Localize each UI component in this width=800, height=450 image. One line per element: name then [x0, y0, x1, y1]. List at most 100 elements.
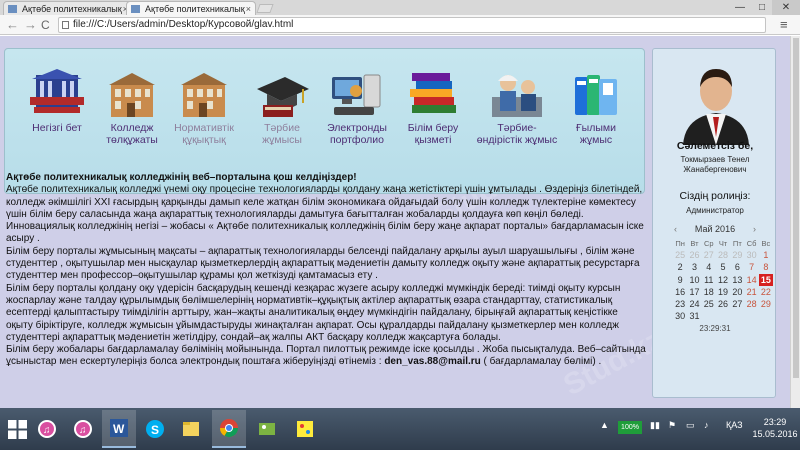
article-title: Ақтөбе политехникалық колледжінің веб–по…	[6, 172, 357, 183]
calendar-month: Май 2016	[694, 224, 736, 234]
tab-title: Ақтөбе политехникалық	[22, 4, 122, 14]
svg-text:S: S	[151, 423, 159, 437]
calendar-day[interactable]: 3	[687, 261, 701, 273]
calendar-day[interactable]: 6	[730, 261, 744, 273]
calendar-header: ‹ Май 2016 ›	[653, 224, 777, 236]
college-logo-icon	[30, 69, 84, 113]
nav-item-label: Тәрбие-өндірістік жұмыс	[476, 122, 558, 146]
calendar-day[interactable]: 26	[716, 298, 730, 310]
calendar-day[interactable]: 25	[702, 298, 716, 310]
display-icon[interactable]: ▭	[686, 420, 695, 431]
scrollbar-thumb[interactable]	[793, 38, 799, 378]
building-icon	[109, 73, 155, 117]
calendar-day[interactable]: 27	[730, 298, 744, 310]
calendar-day[interactable]: 29	[759, 298, 773, 310]
taskbar-itunes-icon[interactable]: ♫	[66, 410, 100, 448]
calendar-day[interactable]: 9	[673, 274, 687, 286]
calendar-day[interactable]: 4	[702, 261, 716, 273]
tray-arrow-icon[interactable]: ▲	[600, 420, 609, 430]
building-icon	[181, 73, 227, 117]
language-indicator[interactable]: ҚАЗ	[726, 420, 743, 430]
calendar-day[interactable]: 29	[730, 249, 744, 261]
calendar-day[interactable]: 28	[744, 298, 758, 310]
back-arrow-icon[interactable]: ←	[6, 18, 19, 32]
calendar-day[interactable]: 8	[759, 261, 773, 273]
calendar-day[interactable]: 13	[730, 274, 744, 286]
taskbar-chrome-icon[interactable]	[212, 410, 246, 448]
taskbar-word-icon[interactable]: W	[102, 410, 136, 448]
contact-email-link[interactable]: den_vas.88@mail.ru	[384, 356, 480, 367]
calendar-day[interactable]: 10	[687, 274, 701, 286]
reload-icon[interactable]: C	[41, 18, 50, 32]
close-window-button[interactable]: ✕	[772, 0, 800, 15]
address-bar[interactable]: file:///C:/Users/admin/Desktop/Курсовой/…	[58, 17, 766, 33]
calendar-day[interactable]: 24	[687, 298, 701, 310]
battery-indicator[interactable]: 100%	[618, 421, 642, 434]
browser-titlebar: Ақтөбе политехникалық × Ақтөбе политехни…	[0, 0, 800, 15]
taskbar-files-icon[interactable]	[174, 410, 208, 448]
calendar-day[interactable]: 7	[744, 261, 758, 273]
calendar-day[interactable]: 26	[687, 249, 701, 261]
calendar-day[interactable]: 28	[716, 249, 730, 261]
taskbar-clock[interactable]: 23:29 15.05.2016	[750, 416, 800, 440]
browser-tab-active[interactable]: Ақтөбе политехникалық ×	[126, 1, 256, 15]
calendar-day[interactable]: 27	[702, 249, 716, 261]
calendar-day[interactable]: 19	[716, 286, 730, 298]
maximize-button[interactable]: □	[752, 0, 772, 15]
minimize-button[interactable]: —	[730, 0, 750, 15]
svg-text:W: W	[113, 422, 125, 436]
calendar-day[interactable]: 31	[687, 310, 701, 322]
calendar-day[interactable]: 22	[759, 286, 773, 298]
calendar-next-icon[interactable]: ›	[753, 224, 756, 234]
calendar-day[interactable]: 21	[744, 286, 758, 298]
calendar-day[interactable]: 30	[744, 249, 758, 261]
role-value: Администратор	[686, 206, 744, 215]
taskbar-photos-icon[interactable]	[250, 410, 284, 448]
volume-icon[interactable]: ♪	[704, 420, 709, 430]
calendar-day[interactable]: 5	[716, 261, 730, 273]
flag-icon[interactable]: ⚑	[668, 420, 676, 431]
computer-icon	[332, 74, 381, 115]
calendar-day[interactable]: 14	[744, 274, 758, 286]
calendar-weekday: Сб	[746, 239, 757, 248]
new-tab-button[interactable]	[256, 4, 274, 13]
taskbar-skype-icon[interactable]: S	[138, 410, 172, 448]
calendar-day[interactable]: 1	[759, 249, 773, 261]
calendar-day[interactable]: 15	[758, 273, 774, 286]
tab-close-icon[interactable]: ×	[246, 2, 251, 15]
calendar-week: 25 26 27 28 29 30 1	[673, 249, 773, 261]
browser-toolbar: ← → C file:///C:/Users/admin/Desktop/Кур…	[0, 15, 800, 35]
workers-icon	[492, 75, 542, 117]
network-icon[interactable]: ▮▮	[650, 420, 660, 431]
calendar-weekday: Пт	[732, 239, 742, 248]
calendar-day[interactable]: 23	[673, 298, 687, 310]
tab-title: Ақтөбе политехникалық	[145, 4, 245, 14]
browser-menu-icon[interactable]: ≡	[780, 18, 788, 32]
browser-tab[interactable]: Ақтөбе политехникалық ×	[3, 1, 133, 15]
calendar-day[interactable]: 2	[673, 261, 687, 273]
calendar-week: 9 10 11 12 13 14 15	[673, 273, 774, 286]
calendar-weekday: Чт	[718, 239, 728, 248]
calendar-day[interactable]: 25	[673, 249, 687, 261]
forward-arrow-icon[interactable]: →	[24, 18, 37, 32]
calendar-day[interactable]: 12	[716, 274, 730, 286]
nav-item-label: Колледж төлқұжаты	[106, 122, 158, 146]
graduation-cap-icon	[257, 77, 309, 117]
taskbar-itunes-icon[interactable]: ♫	[30, 410, 64, 448]
calendar-week: 30 31	[673, 310, 773, 322]
windows-start-icon[interactable]	[8, 420, 27, 439]
page-content: Stud.kz Stud.kz Stud.kz Stud.kz Негізгі …	[0, 36, 800, 408]
calendar-day[interactable]: 18	[702, 286, 716, 298]
calendar-day[interactable]: 20	[730, 286, 744, 298]
svg-text:♫: ♫	[79, 425, 87, 436]
calendar-day[interactable]: 16	[673, 286, 687, 298]
calendar-day[interactable]: 17	[687, 286, 701, 298]
avatar	[673, 59, 759, 145]
svg-text:♫: ♫	[43, 425, 51, 436]
calendar-day[interactable]: 30	[673, 310, 687, 322]
article-paragraph: Ақтөбе политехникалық колледжі үнемі оқу…	[6, 184, 643, 220]
taskbar-paint-icon[interactable]	[288, 410, 322, 448]
article-paragraph: Білім беру порталы жұмысының мақсаты – а…	[6, 245, 640, 282]
calendar-day[interactable]: 11	[702, 274, 716, 286]
page-scrollbar[interactable]	[790, 36, 800, 408]
